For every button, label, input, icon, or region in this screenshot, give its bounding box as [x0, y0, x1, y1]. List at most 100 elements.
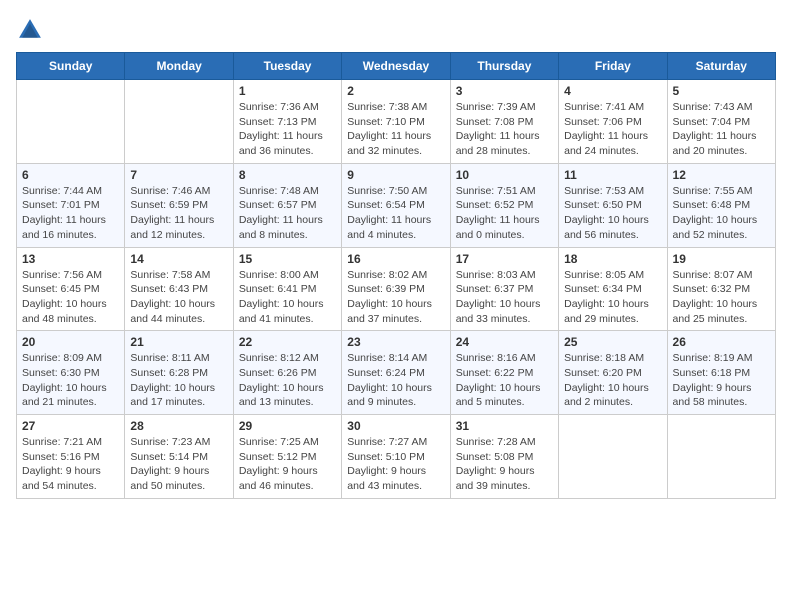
calendar-cell: 12Sunrise: 7:55 AM Sunset: 6:48 PM Dayli…	[667, 163, 775, 247]
calendar-cell: 31 Sunrise: 7:28 AM Sunset: 5:08 PM Dayli…	[450, 415, 558, 499]
day-info: Sunrise: 7:46 AM Sunset: 6:59 PM Dayligh…	[130, 184, 227, 243]
week-row-4: 20 Sunrise: 8:09 AM Sunset: 6:30 PM Dayli…	[17, 331, 776, 415]
calendar-cell: 28Sunrise: 7:23 AM Sunset: 5:14 PM Dayli…	[125, 415, 233, 499]
calendar-cell: 13 Sunrise: 7:56 AM Sunset: 6:45 PM Dayli…	[17, 247, 125, 331]
day-header-thursday: Thursday	[450, 53, 558, 80]
day-info: Sunrise: 7:56 AM Sunset: 6:45 PM Dayligh…	[22, 268, 119, 327]
day-number: 3	[456, 84, 553, 98]
day-number: 18	[564, 252, 661, 266]
calendar-cell: 6Sunrise: 7:44 AM Sunset: 7:01 PM Daylig…	[17, 163, 125, 247]
day-number: 8	[239, 168, 336, 182]
day-info: Sunrise: 7:27 AM Sunset: 5:10 PM Dayligh…	[347, 435, 444, 494]
day-number: 31	[456, 419, 553, 433]
day-header-sunday: Sunday	[17, 53, 125, 80]
day-info: Sunrise: 7:58 AM Sunset: 6:43 PM Dayligh…	[130, 268, 227, 327]
day-number: 13	[22, 252, 119, 266]
day-number: 15	[239, 252, 336, 266]
day-number: 12	[673, 168, 770, 182]
day-number: 20	[22, 335, 119, 349]
day-info: Sunrise: 8:09 AM Sunset: 6:30 PM Dayligh…	[22, 351, 119, 410]
calendar-cell: 5 Sunrise: 7:43 AM Sunset: 7:04 PM Daylig…	[667, 80, 775, 164]
day-info: Sunrise: 8:11 AM Sunset: 6:28 PM Dayligh…	[130, 351, 227, 410]
calendar-cell: 22 Sunrise: 8:12 AM Sunset: 6:26 PM Dayli…	[233, 331, 341, 415]
day-info: Sunrise: 7:44 AM Sunset: 7:01 PM Dayligh…	[22, 184, 119, 243]
day-info: Sunrise: 7:38 AM Sunset: 7:10 PM Dayligh…	[347, 100, 444, 159]
day-info: Sunrise: 7:41 AM Sunset: 7:06 PM Dayligh…	[564, 100, 661, 159]
day-info: Sunrise: 7:28 AM Sunset: 5:08 PM Dayligh…	[456, 435, 553, 494]
day-number: 10	[456, 168, 553, 182]
day-number: 19	[673, 252, 770, 266]
calendar-cell: 9Sunrise: 7:50 AM Sunset: 6:54 PM Daylig…	[342, 163, 450, 247]
calendar-cell: 21 Sunrise: 8:11 AM Sunset: 6:28 PM Dayli…	[125, 331, 233, 415]
day-number: 23	[347, 335, 444, 349]
day-info: Sunrise: 7:48 AM Sunset: 6:57 PM Dayligh…	[239, 184, 336, 243]
week-row-2: 6Sunrise: 7:44 AM Sunset: 7:01 PM Daylig…	[17, 163, 776, 247]
logo-icon	[16, 16, 44, 44]
calendar-cell: 3 Sunrise: 7:39 AM Sunset: 7:08 PM Daylig…	[450, 80, 558, 164]
day-info: Sunrise: 7:43 AM Sunset: 7:04 PM Dayligh…	[673, 100, 770, 159]
calendar-cell: 1 Sunrise: 7:36 AM Sunset: 7:13 PM Daylig…	[233, 80, 341, 164]
calendar-cell: 26 Sunrise: 8:19 AM Sunset: 6:18 PM Dayli…	[667, 331, 775, 415]
calendar-cell: 17 Sunrise: 8:03 AM Sunset: 6:37 PM Dayli…	[450, 247, 558, 331]
calendar-cell: 4 Sunrise: 7:41 AM Sunset: 7:06 PM Daylig…	[559, 80, 667, 164]
logo	[16, 16, 48, 44]
day-number: 16	[347, 252, 444, 266]
calendar-cell: 20 Sunrise: 8:09 AM Sunset: 6:30 PM Dayli…	[17, 331, 125, 415]
day-number: 26	[673, 335, 770, 349]
day-number: 7	[130, 168, 227, 182]
day-number: 2	[347, 84, 444, 98]
calendar-cell: 8 Sunrise: 7:48 AM Sunset: 6:57 PM Daylig…	[233, 163, 341, 247]
day-number: 4	[564, 84, 661, 98]
day-header-friday: Friday	[559, 53, 667, 80]
day-info: Sunrise: 7:36 AM Sunset: 7:13 PM Dayligh…	[239, 100, 336, 159]
day-header-monday: Monday	[125, 53, 233, 80]
day-info: Sunrise: 8:07 AM Sunset: 6:32 PM Dayligh…	[673, 268, 770, 327]
day-number: 30	[347, 419, 444, 433]
day-info: Sunrise: 7:51 AM Sunset: 6:52 PM Dayligh…	[456, 184, 553, 243]
calendar-cell: 16 Sunrise: 8:02 AM Sunset: 6:39 PM Dayli…	[342, 247, 450, 331]
day-number: 17	[456, 252, 553, 266]
day-number: 27	[22, 419, 119, 433]
day-header-saturday: Saturday	[667, 53, 775, 80]
day-number: 25	[564, 335, 661, 349]
calendar-cell	[125, 80, 233, 164]
week-row-5: 27 Sunrise: 7:21 AM Sunset: 5:16 PM Dayli…	[17, 415, 776, 499]
calendar-cell: 10 Sunrise: 7:51 AM Sunset: 6:52 PM Dayli…	[450, 163, 558, 247]
calendar-cell: 15 Sunrise: 8:00 AM Sunset: 6:41 PM Dayli…	[233, 247, 341, 331]
day-info: Sunrise: 7:21 AM Sunset: 5:16 PM Dayligh…	[22, 435, 119, 494]
day-header-tuesday: Tuesday	[233, 53, 341, 80]
day-info: Sunrise: 8:05 AM Sunset: 6:34 PM Dayligh…	[564, 268, 661, 327]
day-info: Sunrise: 7:25 AM Sunset: 5:12 PM Dayligh…	[239, 435, 336, 494]
day-info: Sunrise: 8:00 AM Sunset: 6:41 PM Dayligh…	[239, 268, 336, 327]
day-info: Sunrise: 8:02 AM Sunset: 6:39 PM Dayligh…	[347, 268, 444, 327]
calendar-cell: 14 Sunrise: 7:58 AM Sunset: 6:43 PM Dayli…	[125, 247, 233, 331]
day-info: Sunrise: 8:12 AM Sunset: 6:26 PM Dayligh…	[239, 351, 336, 410]
day-number: 1	[239, 84, 336, 98]
day-info: Sunrise: 8:16 AM Sunset: 6:22 PM Dayligh…	[456, 351, 553, 410]
day-info: Sunrise: 7:39 AM Sunset: 7:08 PM Dayligh…	[456, 100, 553, 159]
day-number: 11	[564, 168, 661, 182]
calendar-cell	[559, 415, 667, 499]
calendar-cell: 7 Sunrise: 7:46 AM Sunset: 6:59 PM Daylig…	[125, 163, 233, 247]
calendar-cell: 29 Sunrise: 7:25 AM Sunset: 5:12 PM Dayli…	[233, 415, 341, 499]
calendar-table: SundayMondayTuesdayWednesdayThursdayFrid…	[16, 52, 776, 499]
day-info: Sunrise: 8:14 AM Sunset: 6:24 PM Dayligh…	[347, 351, 444, 410]
day-number: 24	[456, 335, 553, 349]
day-info: Sunrise: 8:03 AM Sunset: 6:37 PM Dayligh…	[456, 268, 553, 327]
calendar-cell: 11 Sunrise: 7:53 AM Sunset: 6:50 PM Dayli…	[559, 163, 667, 247]
calendar-cell: 30 Sunrise: 7:27 AM Sunset: 5:10 PM Dayli…	[342, 415, 450, 499]
day-number: 29	[239, 419, 336, 433]
day-info: Sunrise: 7:53 AM Sunset: 6:50 PM Dayligh…	[564, 184, 661, 243]
day-number: 5	[673, 84, 770, 98]
day-number: 22	[239, 335, 336, 349]
day-number: 21	[130, 335, 227, 349]
header-row: SundayMondayTuesdayWednesdayThursdayFrid…	[17, 53, 776, 80]
day-number: 14	[130, 252, 227, 266]
calendar-cell: 25Sunrise: 8:18 AM Sunset: 6:20 PM Dayli…	[559, 331, 667, 415]
calendar-cell: 19 Sunrise: 8:07 AM Sunset: 6:32 PM Dayli…	[667, 247, 775, 331]
day-info: Sunrise: 8:19 AM Sunset: 6:18 PM Dayligh…	[673, 351, 770, 410]
day-info: Sunrise: 7:50 AM Sunset: 6:54 PM Dayligh…	[347, 184, 444, 243]
week-row-3: 13 Sunrise: 7:56 AM Sunset: 6:45 PM Dayli…	[17, 247, 776, 331]
calendar-cell: 23 Sunrise: 8:14 AM Sunset: 6:24 PM Dayli…	[342, 331, 450, 415]
day-number: 28	[130, 419, 227, 433]
